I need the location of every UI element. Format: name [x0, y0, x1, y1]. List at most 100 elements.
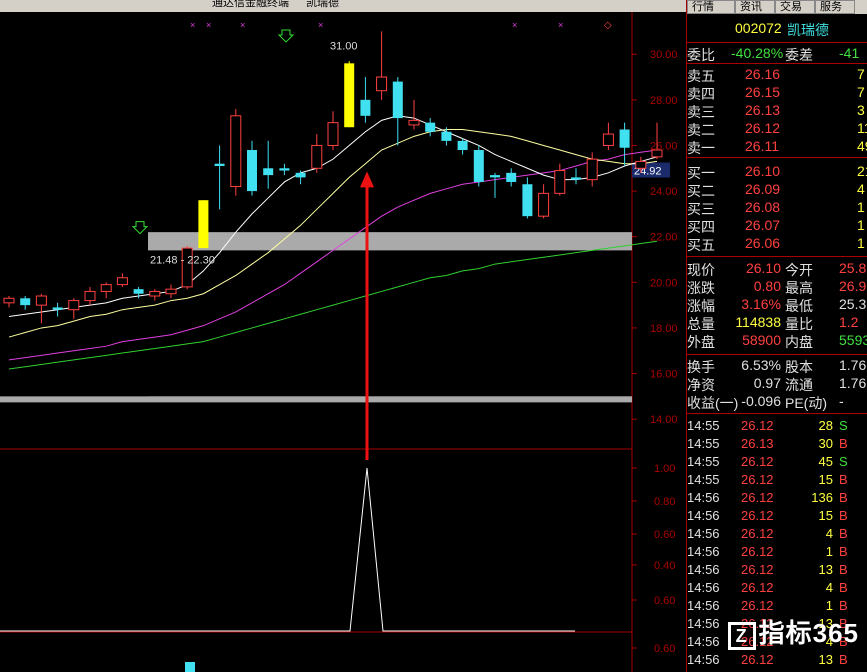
stat-value: -	[839, 393, 844, 409]
level-label: 卖五	[687, 68, 715, 84]
stat-label: 外盘	[687, 334, 715, 350]
level-volume: 4	[857, 181, 865, 197]
tick-price: 26.12	[741, 544, 774, 559]
tick-price: 26.12	[741, 472, 774, 487]
level-volume: 1	[857, 217, 865, 233]
stat-label: 今开	[785, 262, 813, 278]
stat-label: PE(动)	[785, 395, 827, 411]
stat-value: 6.53%	[741, 357, 781, 373]
level-price: 26.08	[745, 199, 781, 215]
down-arrow-icon	[277, 29, 295, 43]
tab-market[interactable]: 行情	[687, 0, 735, 14]
tick-price: 26.12	[741, 508, 774, 523]
tick-row: 14:55 26.12 15 B	[687, 472, 867, 490]
buy-row[interactable]: 买四 26.07 1	[687, 217, 867, 235]
stat-label: 现价	[687, 262, 715, 278]
candle-body	[457, 140, 468, 151]
support-zone	[148, 232, 632, 251]
level-label: 买五	[687, 237, 715, 253]
level-price: 26.13	[745, 102, 781, 118]
tick-row: 14:56 26.12 1 B	[687, 544, 867, 562]
signal-marker: ×	[240, 20, 245, 30]
candle-body	[506, 172, 517, 182]
candle-body	[522, 184, 533, 217]
stat-row: 总量 114838 量比 1.2	[687, 314, 867, 332]
sell-row[interactable]: 卖四 26.15 7	[687, 84, 867, 102]
stat-label: 涨跌	[687, 280, 715, 296]
sell-row[interactable]: 卖三 26.13 3	[687, 102, 867, 120]
sell-row[interactable]: 卖二 26.12 11	[687, 120, 867, 138]
candle-body	[602, 133, 614, 146]
tick-volume: 45	[818, 454, 833, 469]
tick-volume: 4	[825, 580, 833, 595]
candle-body	[20, 298, 31, 306]
tick-time: 14:56	[687, 526, 720, 541]
stat-value: 114838	[735, 314, 781, 330]
candle-body	[3, 297, 15, 304]
stock-code: 002072	[735, 20, 782, 36]
title-bar: 通达信金融终端 凯瑞德	[0, 0, 686, 12]
stat-label: 流通	[785, 377, 813, 393]
level-price: 26.16	[745, 66, 781, 82]
indicator-tick-label: 0.60	[654, 595, 675, 607]
signal-marker: ×	[558, 20, 563, 30]
stat-value: 1.76	[839, 375, 867, 391]
indicator-tick-label: 0.80	[654, 496, 675, 508]
kline-chart[interactable]: 30.0028.0026.0024.0022.0020.0018.0016.00…	[0, 12, 686, 672]
price-tick-label: 30.00	[650, 49, 678, 61]
divider	[687, 256, 867, 257]
stat-value: 0.97	[753, 375, 781, 391]
stat-label: 总量	[687, 316, 715, 332]
sell-row[interactable]: 卖一 26.11 49	[687, 138, 867, 156]
volume-bar	[185, 662, 195, 672]
down-arrow-icon	[131, 221, 149, 235]
price-tick-label: 20.00	[650, 277, 678, 289]
tick-time: 14:56	[687, 580, 720, 595]
sell-row[interactable]: 卖五 26.16 7	[687, 66, 867, 84]
tick-volume: 15	[818, 472, 833, 487]
candle-body	[554, 170, 566, 194]
stat-label: 净资	[687, 377, 715, 393]
top-tabs: 行情 资讯 交易 服务	[687, 0, 867, 14]
buy-row[interactable]: 买五 26.06 1	[687, 235, 867, 253]
diamond-icon: ◇	[604, 20, 612, 31]
buy-row[interactable]: 买二 26.09 4	[687, 181, 867, 199]
stat-value: 25.8	[839, 260, 867, 276]
tick-volume: 30	[818, 436, 833, 451]
stock-title: 凯瑞德	[306, 0, 339, 9]
tick-time: 14:56	[687, 508, 720, 523]
ma-green-line	[8, 240, 658, 370]
candle-body	[376, 76, 388, 92]
tick-volume: 13	[818, 652, 833, 667]
candle-body	[149, 290, 161, 297]
level-price: 26.11	[745, 138, 779, 154]
candle-body	[68, 300, 80, 311]
tick-side: B	[839, 472, 848, 487]
stat-row: 收益(一) -0.096 PE(动) -	[687, 393, 867, 411]
buy-row[interactable]: 买三 26.08 1	[687, 199, 867, 217]
tick-price: 26.12	[741, 418, 774, 433]
stat-value: 3.16%	[741, 296, 781, 312]
candle-body	[52, 307, 63, 310]
price-tick-label: 24.00	[650, 186, 678, 198]
tick-time: 14:56	[687, 652, 720, 667]
buy-row[interactable]: 买一 26.10 21	[687, 163, 867, 181]
tab-trade[interactable]: 交易	[775, 0, 815, 14]
tab-service[interactable]: 服务	[815, 0, 855, 14]
tick-time: 14:55	[687, 454, 720, 469]
candle-body	[247, 150, 257, 192]
level-label: 买二	[687, 183, 715, 199]
candle-body	[473, 150, 484, 182]
stat-value: 25.3	[839, 296, 867, 312]
level-price: 26.09	[745, 181, 781, 197]
price-tick-label: 16.00	[650, 369, 678, 381]
tick-volume: 136	[811, 490, 833, 505]
level-volume: 7	[857, 84, 865, 100]
tick-volume: 13	[818, 562, 833, 577]
price-tick-label: 14.00	[650, 414, 678, 426]
high-annotation: 31.00	[330, 41, 358, 53]
watermark: Z 指标365	[727, 613, 859, 650]
tab-news[interactable]: 资讯	[735, 0, 775, 14]
red-arrow-head	[360, 171, 374, 188]
level-price: 26.10	[745, 163, 781, 179]
